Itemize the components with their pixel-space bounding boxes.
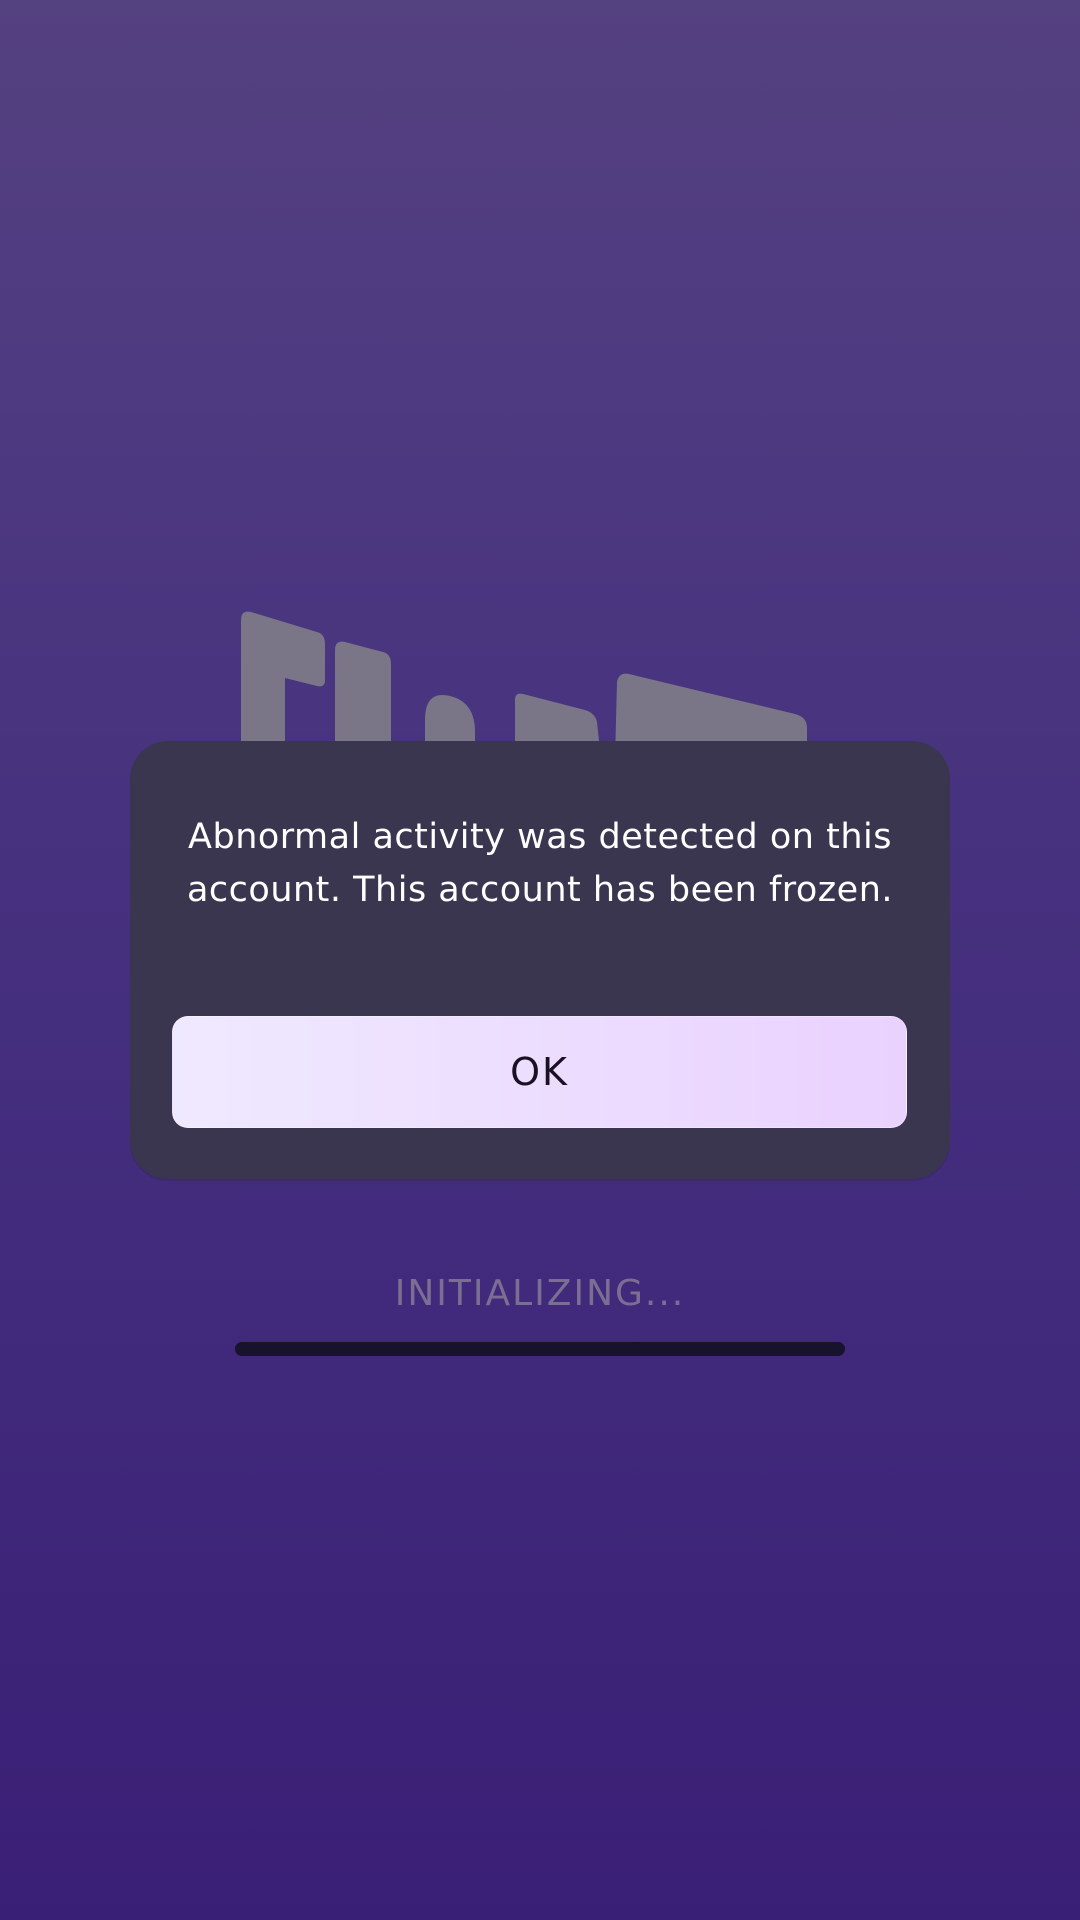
- ok-button[interactable]: OK: [172, 1016, 907, 1128]
- app-logo-icon: [235, 610, 815, 760]
- loading-status-text: INITIALIZING...: [394, 1273, 686, 1314]
- dialog-message: Abnormal activity was detected on this a…: [186, 817, 894, 910]
- account-frozen-dialog: Abnormal activity was detected on this a…: [130, 741, 950, 1179]
- loading-progress-bar: [235, 1342, 845, 1356]
